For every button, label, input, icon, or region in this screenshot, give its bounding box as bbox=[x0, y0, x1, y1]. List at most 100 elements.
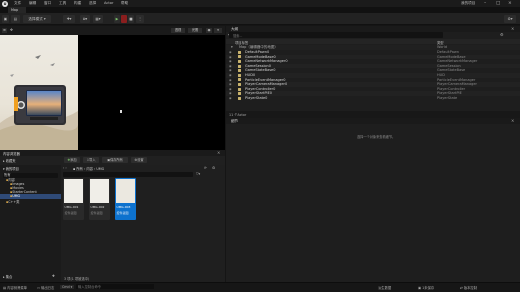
expand-icon[interactable]: ▾ bbox=[231, 45, 233, 50]
asset-tile-selected[interactable]: UMG-003 控件蓝图 bbox=[115, 178, 136, 220]
tree-cpp[interactable]: ▪C++类 bbox=[6, 199, 19, 204]
menu-window[interactable]: 窗口 bbox=[44, 1, 51, 6]
console-input[interactable]: 输入控制台命令 bbox=[76, 284, 154, 289]
actor-icon bbox=[238, 92, 241, 96]
actor-count: 11 个Actor bbox=[229, 113, 247, 117]
save-all-button[interactable]: ▣保存所有 bbox=[102, 157, 128, 163]
asset-name: UMG-003 bbox=[116, 205, 131, 209]
details-close-icon[interactable]: × bbox=[511, 118, 514, 123]
menu-icon[interactable]: ≡ bbox=[2, 28, 7, 33]
project-root[interactable]: ▾ 我的项目 bbox=[3, 166, 19, 171]
transform-icon[interactable]: ✥ bbox=[10, 28, 14, 33]
favorites-label: 收藏夹 bbox=[5, 159, 16, 163]
breadcrumb-all[interactable]: 所有 bbox=[76, 167, 83, 171]
outliner-search-placeholder: 搜索... bbox=[233, 34, 243, 38]
save-icon[interactable]: ▣ bbox=[2, 15, 9, 23]
breadcrumb[interactable]: ▪ 所有 › 内容 › UMG bbox=[73, 166, 104, 171]
menu-edit[interactable]: 编辑 bbox=[29, 1, 36, 6]
add-collection-icon[interactable]: ✚ bbox=[52, 274, 55, 278]
derived-data-button[interactable]: 派生数据 bbox=[378, 285, 391, 290]
import-button[interactable]: ⇩导入 bbox=[83, 157, 99, 163]
show-icon[interactable]: ◉ bbox=[206, 28, 212, 33]
content-drawer-button[interactable]: ▤ 内容侧滑菜单 bbox=[3, 285, 27, 290]
menu-build[interactable]: 构建 bbox=[74, 1, 81, 6]
actor-icon bbox=[238, 55, 241, 59]
asset-type: 控件蓝图 bbox=[116, 211, 129, 215]
asset-search-input[interactable] bbox=[63, 172, 193, 177]
settings-icon[interactable]: ⚙▾ bbox=[504, 15, 516, 23]
column-type[interactable]: 类型 bbox=[437, 40, 444, 45]
nav-back-icon[interactable]: ‹ › bbox=[63, 166, 67, 170]
visibility-eye-icon[interactable]: ◉ bbox=[229, 96, 232, 101]
favorites-row[interactable]: ▸ 收藏夹 bbox=[3, 158, 16, 163]
cb-settings-button[interactable]: ⚙设置 bbox=[131, 157, 147, 163]
actor-icon bbox=[238, 50, 241, 54]
output-log-button[interactable]: ▭ 输出日志 bbox=[37, 285, 54, 290]
asset-thumbnail bbox=[116, 179, 135, 203]
asset-tile[interactable]: UMG-002 控件蓝图 bbox=[89, 178, 110, 220]
breadcrumb-content[interactable]: 内容 bbox=[86, 167, 93, 171]
cmd-dropdown[interactable]: Cmd ▾ bbox=[60, 285, 75, 289]
collections-row[interactable]: ▸ 集合 bbox=[3, 274, 12, 279]
add-button[interactable]: ✚添加 bbox=[64, 157, 80, 163]
actor-icon bbox=[238, 64, 241, 68]
add-actor-icon[interactable]: ✚▾ bbox=[63, 15, 75, 23]
menu-file[interactable]: 文件 bbox=[14, 1, 21, 6]
cmd-label: Cmd bbox=[62, 285, 70, 289]
lit-button[interactable]: 光照 bbox=[188, 28, 202, 33]
select-mode-button[interactable]: 选择模式 ▾ bbox=[23, 15, 51, 23]
close-icon[interactable]: × bbox=[508, 1, 512, 6]
actor-icon bbox=[238, 96, 241, 100]
column-label[interactable]: 项目标签 bbox=[235, 40, 248, 45]
menu-tools[interactable]: 工具 bbox=[59, 1, 66, 6]
play-icon[interactable]: ▶ bbox=[114, 15, 120, 23]
history-icon[interactable]: ⟳ bbox=[204, 166, 207, 170]
asset-tile[interactable]: UMG-001 控件蓝图 bbox=[63, 178, 84, 220]
outliner-root-row[interactable]: ▾ Map（编辑器中的地图） World bbox=[226, 45, 520, 50]
stop-icon[interactable]: ■ bbox=[128, 15, 134, 23]
project-root-label: 我的项目 bbox=[5, 167, 19, 171]
platforms-icon[interactable]: ⋮ bbox=[136, 15, 144, 23]
actor-icon bbox=[238, 78, 241, 82]
maximize-icon[interactable]: □ bbox=[496, 1, 500, 6]
asset-thumbnail bbox=[64, 179, 83, 203]
blueprint-icon[interactable]: ⧉▾ bbox=[80, 15, 90, 23]
perspective-button[interactable]: 透视 bbox=[171, 28, 185, 33]
browse-icon[interactable]: ▤ bbox=[11, 15, 20, 23]
console-placeholder: 输入控制台命令 bbox=[78, 285, 102, 289]
cb-gear-icon[interactable]: ⚙ bbox=[212, 166, 215, 170]
empty-viewport-area[interactable] bbox=[78, 35, 225, 150]
minimize-icon[interactable]: – bbox=[484, 1, 486, 6]
root-label: Map（编辑器中的地图） bbox=[239, 45, 278, 49]
source-control-button[interactable]: ⇄ 版本控制 bbox=[460, 285, 477, 290]
outliner-row[interactable]: ◉ PlayerState0 PlayerState bbox=[226, 96, 520, 101]
output-log-label: 输出日志 bbox=[41, 286, 55, 290]
content-browser-close-icon[interactable]: × bbox=[217, 150, 220, 155]
actor-icon bbox=[238, 82, 241, 86]
project-name: 我的项目 bbox=[461, 1, 476, 5]
asset-type: 控件蓝图 bbox=[90, 211, 103, 215]
record-icon[interactable] bbox=[121, 15, 127, 23]
content-browser-sources: ▾ 我的项目 ⌕ 所有 ▪内容 ▪Images ▪Movies ▪Starter… bbox=[0, 165, 61, 282]
menu-actor[interactable]: Actor bbox=[104, 1, 113, 5]
cinematics-icon[interactable]: ▦▾ bbox=[93, 15, 103, 23]
tree-umg[interactable]: ▪UMG bbox=[0, 194, 61, 199]
outliner-search-input[interactable]: 搜索... bbox=[229, 32, 443, 38]
menu-help[interactable]: 帮助 bbox=[121, 1, 128, 6]
add-label: 添加 bbox=[70, 158, 77, 162]
widget-preview-image bbox=[0, 35, 78, 150]
asset-count: 3 项(1 项被选中) bbox=[64, 277, 90, 281]
filter-icon[interactable]: ⛉▾ bbox=[196, 172, 200, 176]
camera-illustration bbox=[0, 55, 78, 150]
collections-label: 集合 bbox=[5, 275, 13, 279]
menu-select[interactable]: 选择 bbox=[89, 1, 96, 6]
breadcrumb-umg[interactable]: UMG bbox=[96, 167, 104, 171]
asset-name: UMG-001 bbox=[64, 205, 79, 209]
lit-label: 光照 bbox=[191, 28, 199, 32]
actor-icon bbox=[238, 87, 241, 91]
unsaved-button[interactable]: ▣ 1未保存 bbox=[418, 285, 434, 290]
viewport-options-icon[interactable]: ▾ bbox=[214, 28, 222, 33]
outliner-settings-icon[interactable]: ⚙ bbox=[500, 32, 504, 37]
details-panel: 选择一个对象来查看细节。 bbox=[226, 124, 520, 282]
outliner-close-icon[interactable]: × bbox=[511, 26, 514, 31]
